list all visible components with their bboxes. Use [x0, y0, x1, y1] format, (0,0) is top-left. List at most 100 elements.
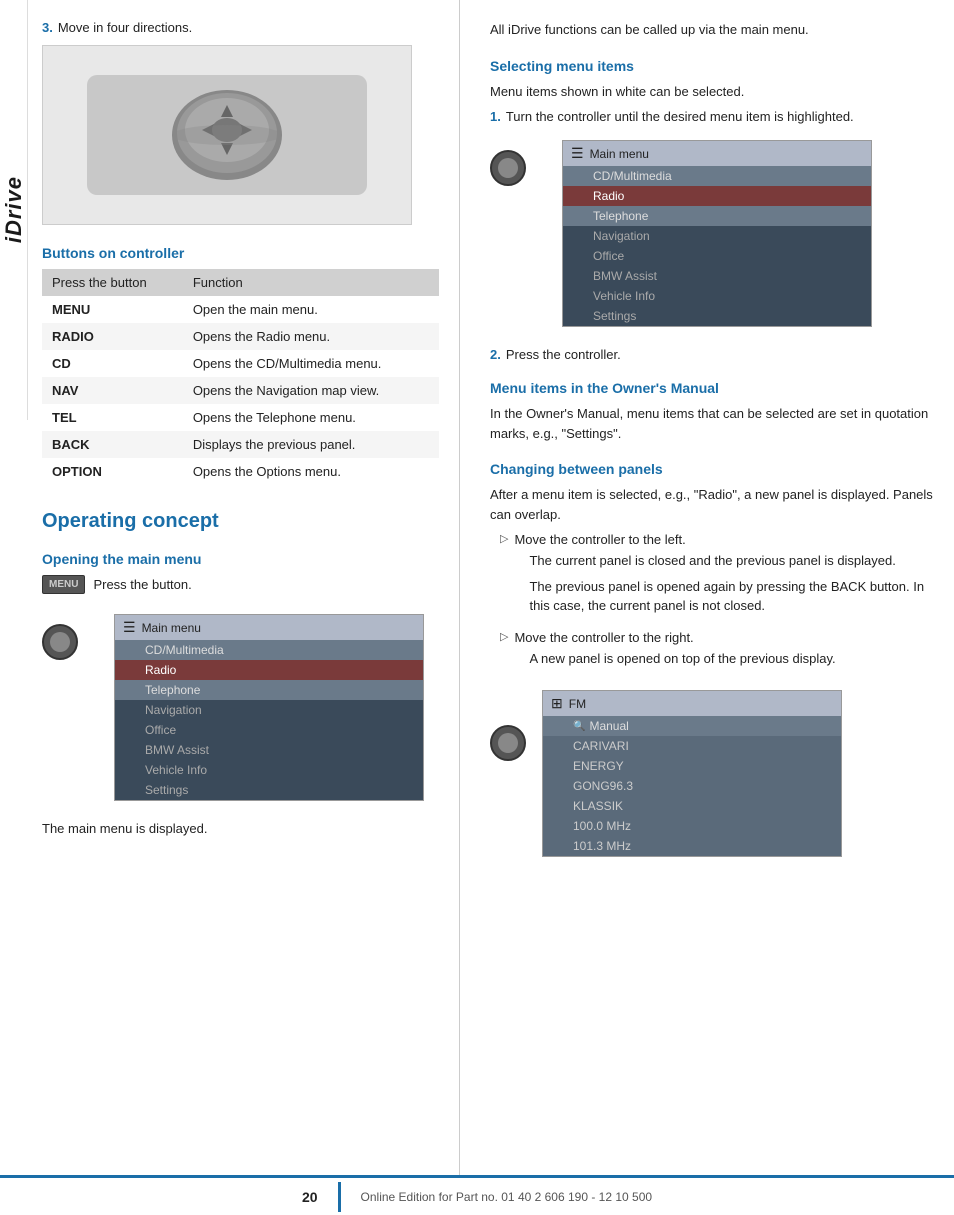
right-step2-number: 2. [490, 347, 501, 362]
step3-text: Move in four directions. [58, 20, 192, 35]
menu-box-item: Radio [115, 660, 423, 680]
step3-number: 3. [42, 20, 53, 35]
bullet2-sub1: A new panel is opened on top of the prev… [529, 649, 934, 669]
fm-menu-item: GONG96.3 [543, 776, 841, 796]
menu-box-item: Vehicle Info [563, 286, 871, 306]
fm-menu-item: 101.3 MHz [543, 836, 841, 856]
menu-box-item: Settings [115, 780, 423, 800]
owners-manual-heading: Menu items in the Owner's Manual [490, 380, 934, 396]
knob-right [490, 150, 526, 186]
intro-text: All iDrive functions can be called up vi… [490, 20, 934, 40]
selecting-intro: Menu items shown in white can be selecte… [490, 82, 934, 102]
fm-menu-item: 🔍 Manual [543, 716, 841, 736]
bullet1-sub1: The current panel is closed and the prev… [529, 551, 934, 571]
button-name: OPTION [42, 458, 183, 485]
bullet2: ▷ Move the controller to the right. A ne… [500, 630, 934, 675]
press-text: Press the button. [93, 577, 191, 592]
left-menu-title: Main menu [142, 621, 201, 635]
bullet1-text: Move the controller to the left. [514, 532, 685, 547]
fm-menu-item: ENERGY [543, 756, 841, 776]
menu-box-item: Telephone [115, 680, 423, 700]
fm-menu-items: 🔍 Manual CARIVARIENERGYGONG96.3KLASSIK100.… [543, 716, 841, 856]
bullet2-arrow: ▷ [500, 630, 508, 675]
right-menu-items: CD/MultimediaRadioTelephoneNavigationOff… [563, 166, 871, 326]
fm-title: FM [569, 697, 586, 711]
menu-box-item: BMW Assist [115, 740, 423, 760]
table-row: CDOpens the CD/Multimedia menu. [42, 350, 439, 377]
button-name: MENU [42, 296, 183, 323]
footer-text: Online Edition for Part no. 01 40 2 606 … [361, 1190, 653, 1204]
table-header-button: Press the button [42, 269, 183, 296]
button-function: Displays the previous panel. [183, 431, 439, 458]
right-step1-number: 1. [490, 109, 501, 124]
page-footer: 20 Online Edition for Part no. 01 40 2 6… [0, 1175, 954, 1215]
right-menu-display: ☰ Main menu CD/MultimediaRadioTelephoneN… [490, 130, 934, 337]
page-number: 20 [302, 1189, 318, 1205]
bullet1-content: Move the controller to the left. The cur… [514, 532, 934, 622]
button-name: CD [42, 350, 183, 377]
right-menu-header: ☰ Main menu [563, 141, 871, 166]
fm-display: ⊞ FM 🔍 Manual CARIVARIENERGYGONG96.3KLASSI… [490, 680, 934, 867]
fm-item-text: Manual [589, 719, 628, 733]
knob-container-fm [490, 700, 534, 761]
fm-icon: ⊞ [551, 695, 563, 712]
table-header-function: Function [183, 269, 439, 296]
right-menu-title: Main menu [590, 147, 649, 161]
left-menu-items: CD/MultimediaRadioTelephoneNavigationOff… [115, 640, 423, 800]
table-row: BACKDisplays the previous panel. [42, 431, 439, 458]
table-row: MENUOpen the main menu. [42, 296, 439, 323]
button-function: Open the main menu. [183, 296, 439, 323]
owners-manual-text: In the Owner's Manual, menu items that c… [490, 404, 934, 443]
button-name: RADIO [42, 323, 183, 350]
menu-box-item: Office [563, 246, 871, 266]
menu-box-item: Navigation [563, 226, 871, 246]
menu-box-item: Radio [563, 186, 871, 206]
menu-box-item: CD/Multimedia [563, 166, 871, 186]
bullet2-content: Move the controller to the right. A new … [514, 630, 934, 675]
idrive-label: iDrive [1, 176, 27, 243]
menu-box-item: Settings [563, 306, 871, 326]
step3-item: 3. Move in four directions. [42, 20, 439, 35]
bullet1-arrow: ▷ [500, 532, 508, 622]
operating-concept-heading: Operating concept [42, 510, 439, 533]
fm-menu-item: 100.0 MHz [543, 816, 841, 836]
changing-panels-heading: Changing between panels [490, 461, 934, 477]
controller-image [42, 45, 412, 225]
fm-menu-item: KLASSIK [543, 796, 841, 816]
changing-panels-intro: After a menu item is selected, e.g., "Ra… [490, 485, 934, 524]
right-step1-item: 1. Turn the controller until the desired… [490, 109, 934, 124]
table-row: NAVOpens the Navigation map view. [42, 377, 439, 404]
button-name: TEL [42, 404, 183, 431]
right-menu-icon: ☰ [571, 145, 584, 162]
button-function: Opens the CD/Multimedia menu. [183, 350, 439, 377]
bullet1: ▷ Move the controller to the left. The c… [500, 532, 934, 622]
table-row: TELOpens the Telephone menu. [42, 404, 439, 431]
table-row: RADIOOpens the Radio menu. [42, 323, 439, 350]
left-caption: The main menu is displayed. [42, 821, 439, 836]
selecting-menu-items-heading: Selecting menu items [490, 58, 934, 74]
right-step1-text: Turn the controller until the desired me… [506, 109, 854, 124]
buttons-on-controller-heading: Buttons on controller [42, 245, 439, 261]
menu-box-item: Telephone [563, 206, 871, 226]
opening-main-menu-heading: Opening the main menu [42, 551, 439, 567]
left-menu-display: ☰ Main menu CD/MultimediaRadioTelephoneN… [42, 604, 439, 811]
menu-button-label: MENU [42, 575, 85, 594]
button-function: Opens the Telephone menu. [183, 404, 439, 431]
knob-container-left [42, 624, 86, 660]
menu-box-item: BMW Assist [563, 266, 871, 286]
search-icon: 🔍 [573, 721, 585, 732]
bullet1-sub2: The previous panel is opened again by pr… [529, 577, 934, 616]
buttons-table: Press the button Function MENUOpen the m… [42, 269, 439, 485]
button-name: BACK [42, 431, 183, 458]
fm-menu-header: ⊞ FM [543, 691, 841, 716]
right-menu-box: ☰ Main menu CD/MultimediaRadioTelephoneN… [562, 140, 872, 327]
knob-left [42, 624, 78, 660]
right-column: All iDrive functions can be called up vi… [460, 0, 954, 1175]
fm-menu-box: ⊞ FM 🔍 Manual CARIVARIENERGYGONG96.3KLASSI… [542, 690, 842, 857]
fm-menu-item: CARIVARI [543, 736, 841, 756]
button-function: Opens the Options menu. [183, 458, 439, 485]
right-step2-text: Press the controller. [506, 347, 621, 362]
left-menu-box: ☰ Main menu CD/MultimediaRadioTelephoneN… [114, 614, 424, 801]
button-function: Opens the Radio menu. [183, 323, 439, 350]
footer-divider [338, 1182, 341, 1212]
